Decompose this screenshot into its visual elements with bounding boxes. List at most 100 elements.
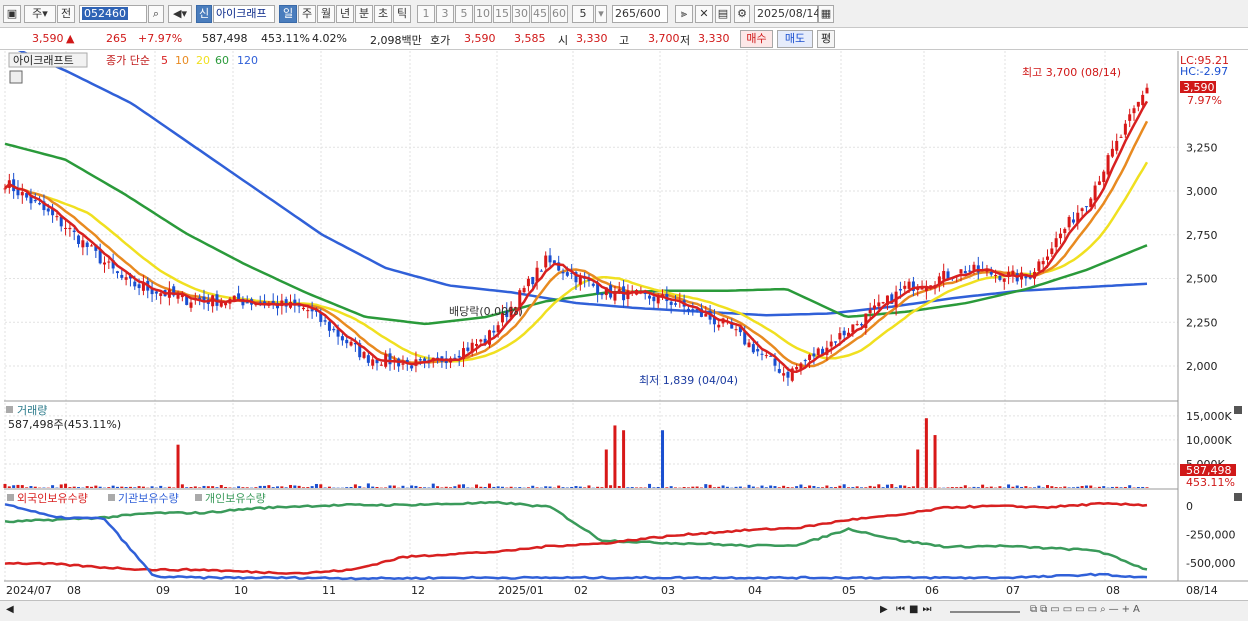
count-input[interactable]: 265/600 bbox=[612, 5, 668, 23]
volume-bar bbox=[639, 487, 643, 488]
candle-body bbox=[717, 324, 721, 328]
horizontal-scrollbar[interactable]: ◀ ▶ ⏮■⏭ ⧉⧉▭▭▭▭⌕—+A bbox=[0, 600, 1248, 621]
volume-bar bbox=[353, 484, 357, 488]
candle-body bbox=[1002, 278, 1006, 282]
pyeong-button[interactable]: 평 bbox=[817, 30, 835, 48]
grid-toggle-icon[interactable] bbox=[9, 70, 23, 84]
volume-bar bbox=[280, 486, 284, 488]
volume-bar bbox=[366, 483, 370, 488]
date-input[interactable]: 2025/08/14 bbox=[754, 5, 820, 23]
sell-button[interactable]: 매도 bbox=[777, 30, 813, 48]
open-label: 시 bbox=[558, 34, 569, 47]
interval-15[interactable]: 15 bbox=[493, 5, 511, 23]
tab-day[interactable]: 일 bbox=[279, 5, 297, 23]
scroll-right-icon[interactable]: ▶ bbox=[880, 604, 888, 615]
interval-3[interactable]: 3 bbox=[436, 5, 454, 23]
period-select[interactable]: 주▾ bbox=[24, 5, 56, 23]
volume-bar bbox=[301, 487, 305, 488]
candle-body bbox=[349, 341, 353, 346]
volume-bar bbox=[790, 487, 794, 488]
price-tick-label: 2,000 bbox=[1186, 360, 1218, 373]
series-toggle-icon[interactable] bbox=[108, 494, 115, 501]
candle-body bbox=[600, 293, 604, 296]
volume-bar bbox=[1123, 487, 1127, 488]
interval-30[interactable]: 30 bbox=[512, 5, 530, 23]
candle-body bbox=[561, 272, 565, 274]
stock-code-input[interactable]: 052460 bbox=[79, 5, 147, 23]
volume-bar bbox=[414, 485, 418, 488]
volume-bar bbox=[180, 484, 184, 488]
playback-icons[interactable]: ⏮■⏭ bbox=[896, 604, 935, 615]
candle-body bbox=[457, 355, 461, 358]
candle-body bbox=[963, 271, 967, 274]
volume-bar bbox=[1058, 487, 1062, 488]
volume-bar bbox=[1145, 487, 1149, 488]
prev-button[interactable]: 전 bbox=[57, 5, 75, 23]
candle-body bbox=[704, 314, 708, 317]
volume-bar bbox=[578, 486, 582, 488]
stock-name[interactable]: 아이크래프 bbox=[213, 5, 275, 23]
gear-icon[interactable]: ⚙ bbox=[734, 5, 750, 23]
candle-body bbox=[1128, 114, 1132, 121]
candle-body bbox=[829, 341, 833, 347]
volume-bar bbox=[829, 487, 833, 488]
layout-icon[interactable]: ▣ bbox=[3, 5, 21, 23]
series-toggle-icon[interactable] bbox=[195, 494, 202, 501]
volume-bar bbox=[1128, 485, 1132, 488]
volume-bar bbox=[907, 487, 911, 488]
interval-1[interactable]: 1 bbox=[417, 5, 435, 23]
chevron-down-icon[interactable]: ▾ bbox=[595, 5, 607, 23]
crosshair-icon[interactable]: ✕ bbox=[695, 5, 713, 23]
buy-button[interactable]: 매수 bbox=[740, 30, 773, 48]
volume-bar bbox=[1037, 485, 1041, 488]
tab-period-3[interactable]: 년 bbox=[336, 5, 354, 23]
volume-bar bbox=[609, 485, 613, 488]
volume-bar bbox=[704, 484, 708, 488]
candle-body bbox=[72, 230, 76, 233]
close-icon[interactable] bbox=[1234, 406, 1242, 414]
close-icon[interactable] bbox=[1234, 493, 1242, 501]
volume-bar bbox=[319, 484, 323, 488]
interval-60[interactable]: 60 bbox=[550, 5, 568, 23]
volume-bar bbox=[384, 487, 388, 488]
volume-bar bbox=[561, 487, 565, 488]
volume-bar bbox=[440, 487, 444, 488]
chart-bg bbox=[0, 51, 1248, 601]
save-icon[interactable]: ▤ bbox=[715, 5, 731, 23]
candle-body bbox=[245, 302, 249, 304]
panel-toggle-icon[interactable] bbox=[6, 406, 13, 413]
candle-body bbox=[669, 301, 673, 305]
candle-icon[interactable]: ⫸ bbox=[675, 5, 693, 23]
tab-period-1[interactable]: 주 bbox=[298, 5, 316, 23]
count-max: /600 bbox=[636, 7, 661, 20]
tab-period-5[interactable]: 초 bbox=[374, 5, 392, 23]
tab-period-6[interactable]: 틱 bbox=[393, 5, 411, 23]
series-toggle-icon[interactable] bbox=[7, 494, 14, 501]
candle-body bbox=[1050, 248, 1054, 255]
tool-icons[interactable]: ⧉⧉▭▭▭▭⌕—+A bbox=[1030, 604, 1143, 615]
count-select[interactable]: 5 bbox=[572, 5, 594, 23]
tab-period-4[interactable]: 분 bbox=[355, 5, 373, 23]
volume-bar bbox=[847, 487, 851, 488]
interval-10[interactable]: 10 bbox=[474, 5, 492, 23]
interval-45[interactable]: 45 bbox=[531, 5, 549, 23]
candle-body bbox=[1123, 123, 1127, 135]
calendar-icon[interactable]: ▦ bbox=[818, 5, 834, 23]
volume-bar bbox=[375, 487, 379, 488]
tab-period-2[interactable]: 월 bbox=[317, 5, 335, 23]
speaker-icon[interactable]: ◀▾ bbox=[168, 5, 192, 23]
volume-bar bbox=[821, 487, 825, 488]
volume-bar bbox=[600, 487, 604, 488]
legend-ma-5: 5 bbox=[161, 54, 168, 67]
x-tick-label: 12 bbox=[411, 584, 425, 597]
scroll-left-icon[interactable]: ◀ bbox=[6, 604, 14, 615]
interval-5[interactable]: 5 bbox=[455, 5, 473, 23]
candle-body bbox=[898, 288, 902, 291]
search-icon[interactable]: ⌕ bbox=[148, 5, 164, 23]
volume-bar bbox=[1015, 485, 1019, 488]
zoom-slider[interactable] bbox=[950, 611, 1020, 613]
quote-bar: 3,590 ▲ 265 +7.97% 587,498 453.11% 4.02%… bbox=[0, 28, 1248, 50]
candle-body bbox=[522, 287, 526, 293]
volume-bar bbox=[1046, 485, 1050, 488]
volume-bar bbox=[950, 487, 954, 488]
